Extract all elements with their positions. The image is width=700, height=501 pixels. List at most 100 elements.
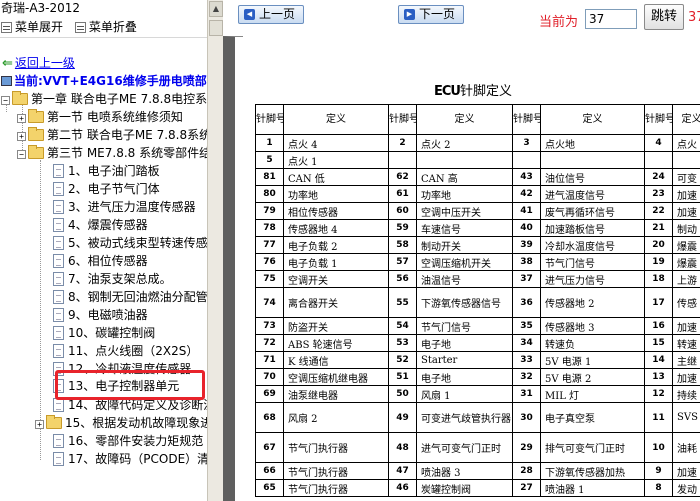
document-icon: [53, 344, 64, 358]
tree-label: 11、点火线圈（2X2S）: [68, 344, 199, 358]
pin-definition-cell: 上游: [672, 270, 700, 288]
pin-definition-cell: 下游氧传感器加热: [540, 462, 645, 480]
tree-item[interactable]: 17、故障码（PCODE）清单: [53, 450, 207, 468]
tree-item[interactable]: 4、爆震传感器: [53, 216, 148, 234]
tree-item[interactable]: 9、电磁喷油器: [53, 306, 148, 324]
pin-number-cell: 9: [644, 462, 673, 480]
pin-number-cell: 12: [644, 385, 673, 403]
pin-definition-cell: 电子负载 1: [283, 253, 389, 271]
pin-number-cell: 33: [512, 351, 541, 369]
tree-chapter-1[interactable]: − 第一章 联合电子ME 7.8.8电控系: [1, 90, 207, 108]
pin-definition-cell: 可变进气歧管执行器: [416, 402, 513, 433]
expand-menu-button[interactable]: 菜单展开: [1, 18, 63, 36]
scroll-up-icon[interactable]: ▲: [209, 1, 223, 17]
table-row: 76 电子负载 1 57 空调压缩机开关 38 节气门信号 19 爆震: [255, 253, 700, 271]
tree-scrollbar[interactable]: ▲: [207, 0, 223, 501]
pin-number-cell: 16: [644, 317, 673, 335]
page-number-input[interactable]: [585, 9, 637, 29]
pin-number-cell: 32: [512, 368, 541, 386]
tree-item[interactable]: 7、油泵支架总成。: [53, 270, 172, 288]
expand-toggle-icon[interactable]: +: [17, 132, 26, 141]
pin-number-cell: 54: [388, 317, 417, 335]
pin-definition-cell: 冷却水温度信号: [540, 236, 645, 254]
pin-number-cell: 48: [388, 432, 417, 463]
pin-number-cell: 4: [644, 134, 673, 152]
header-pin: 针脚号: [255, 104, 284, 135]
pin-number-cell: 41: [512, 202, 541, 220]
tree-label: 2、电子节气门体: [68, 182, 160, 196]
jump-button[interactable]: 跳转: [644, 4, 684, 30]
pin-number-cell: 72: [255, 334, 284, 352]
pin-number-cell: 14: [644, 351, 673, 369]
document-icon: [53, 236, 64, 250]
pin-definition-cell: 发动: [672, 479, 700, 497]
pin-definition-cell: 电子地: [416, 334, 513, 352]
pin-definition-cell: 电子地: [416, 368, 513, 386]
tree-item[interactable]: 10、碳罐控制阀: [53, 324, 155, 342]
pin-definition-cell: 功率地: [283, 185, 389, 203]
pin-number-cell: 18: [644, 270, 673, 288]
pin-definition-cell: 废气再循环信号: [540, 202, 645, 220]
pin-definition-cell: 空调压缩机开关: [416, 253, 513, 271]
header-definition: 定义: [283, 104, 389, 135]
pin-definition-cell: 节气门执行器: [283, 462, 389, 480]
tree-item[interactable]: 11、点火线圈（2X2S）: [53, 342, 198, 360]
collapse-menu-button[interactable]: 菜单折叠: [74, 18, 137, 36]
document-icon: [53, 398, 64, 412]
tree-item[interactable]: 8、钢制无回油燃油分配管: [53, 288, 207, 306]
pin-number-cell: 21: [644, 219, 673, 237]
table-row: 68 风扇 2 49 可变进气歧管执行器 30 电子真空泵 11 SVS: [255, 402, 700, 433]
tree-item[interactable]: 16、零部件安装力矩规范: [53, 432, 203, 450]
tree-section-3[interactable]: − 第三节 ME7.8.8 系统零部件结: [17, 144, 207, 162]
pin-number-cell: 3: [512, 134, 541, 152]
back-up-link[interactable]: ⇐ 返回上一级: [2, 54, 75, 71]
pin-definition-cell: 防盗开关: [283, 317, 389, 335]
pin-definition-cell: 爆震: [672, 236, 700, 254]
pin-number-cell: 11: [644, 402, 673, 433]
pin-definition-cell: 点火 1: [283, 151, 389, 169]
pin-definition-cell: Starter: [416, 351, 513, 369]
prev-page-button[interactable]: ◀ 上一页: [238, 5, 305, 24]
expand-toggle-icon[interactable]: +: [35, 420, 44, 429]
next-page-button[interactable]: ▶ 下一页: [398, 5, 465, 24]
tree-item[interactable]: 2、电子节气门体: [53, 180, 160, 198]
scroll-thumb[interactable]: [209, 20, 223, 36]
pin-definition-cell: 加速: [672, 185, 700, 203]
pin-number-cell: [644, 151, 673, 169]
tree-item[interactable]: 3、进气压力温度传感器: [53, 198, 196, 216]
pin-number-cell: 81: [255, 168, 284, 186]
pin-definition-cell: 风扇 2: [283, 402, 389, 433]
tree-label: 9、电磁喷油器: [68, 308, 148, 322]
pin-definition-cell: 空调压缩机继电器: [283, 368, 389, 386]
pin-number-cell: 29: [512, 432, 541, 463]
tree-item[interactable]: 1、电子油门踏板: [53, 162, 160, 180]
pin-definition-cell: 进气可变气门正时: [416, 432, 513, 463]
tree-section-15[interactable]: +15、根据发动机故障现象进: [35, 414, 207, 432]
tree-item[interactable]: 6、相位传感器: [53, 252, 148, 270]
total-pages: 37: [688, 10, 700, 25]
pin-number-cell: 34: [512, 334, 541, 352]
tree-section-2[interactable]: + 第二节 联合电子ME 7.8.8系统: [17, 126, 207, 144]
pin-number-cell: 58: [388, 236, 417, 254]
document-icon: [53, 218, 64, 232]
collapse-toggle-icon[interactable]: −: [1, 96, 10, 105]
pin-number-cell: 2: [388, 134, 417, 152]
tree-label: 8、钢制无回油燃油分配管: [68, 290, 207, 304]
tree-section-1[interactable]: + 第一节 电喷系统维修须知: [17, 108, 183, 126]
table-title-suffix: 针脚定义: [459, 84, 512, 99]
folder-icon: [28, 145, 44, 159]
tree-item[interactable]: 5、被动式线束型转速传感器: [53, 234, 207, 252]
pin-definition-cell: 进气温度信号: [540, 185, 645, 203]
table-row: 81 CAN 低 62 CAN 高 43 油位信号 24 可变: [255, 168, 700, 186]
pin-definition-cell: 喷油器 3: [416, 462, 513, 480]
tree-label: 1、电子油门踏板: [68, 164, 160, 178]
pin-number-cell: 22: [644, 202, 673, 220]
header-pin: 针脚号: [512, 104, 541, 135]
pin-number-cell: 68: [255, 402, 284, 433]
collapse-toggle-icon[interactable]: −: [17, 150, 26, 159]
current-page-label: 当前为: [539, 15, 579, 30]
document-icon: [53, 452, 64, 466]
pin-definition-cell: 油泵继电器: [283, 385, 389, 403]
expand-toggle-icon[interactable]: +: [17, 114, 26, 123]
document-viewer: ◀ 上一页 ▶ 下一页 当前为 跳转 37 ECU针脚定义 针脚号 定义 针脚号: [223, 0, 700, 501]
